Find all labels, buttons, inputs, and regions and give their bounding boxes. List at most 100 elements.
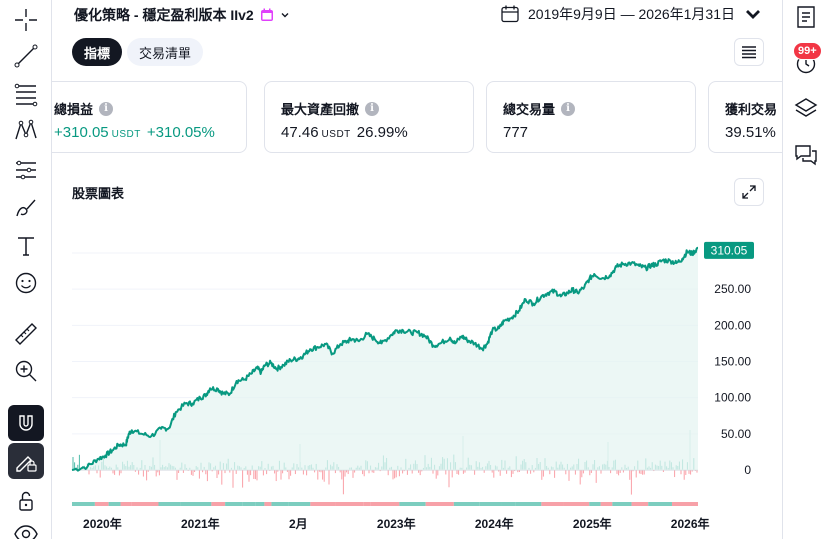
strip-segment-win xyxy=(72,502,95,506)
strip-segment-win xyxy=(242,502,256,506)
x-tick-label: 2021年 xyxy=(181,516,220,531)
strategy-selector[interactable]: 優化策略 - 穩定盈利版本 IIv2 xyxy=(74,5,290,25)
trade-pnl-bars xyxy=(72,430,698,495)
card-total-trades: 總交易量 i 777 xyxy=(486,81,696,153)
y-tick-label: 250.00 xyxy=(714,282,751,296)
list-layout-icon xyxy=(742,46,756,59)
strip-segment-loss xyxy=(541,502,564,506)
date-range-text: 2019年9月9日 — 2026年1月31日 xyxy=(528,6,735,22)
y-tick-label: 300.00 xyxy=(714,246,751,260)
trend-line-tool[interactable] xyxy=(8,38,44,74)
strip-segment-loss xyxy=(335,502,364,506)
card-unit: USDT xyxy=(111,129,141,140)
emoji-icon xyxy=(15,272,37,294)
fib-retracement-tool[interactable] xyxy=(8,76,44,112)
strip-segment-loss xyxy=(631,502,649,506)
magnet-icon xyxy=(19,415,33,431)
watchlist-button[interactable] xyxy=(791,2,821,32)
emoji-tool[interactable] xyxy=(8,265,44,301)
lock-drawing-tool[interactable] xyxy=(8,443,44,479)
eye-icon xyxy=(14,525,38,539)
strip-segment-loss xyxy=(600,502,613,506)
info-icon[interactable]: i xyxy=(365,101,380,116)
card-value: 777 xyxy=(503,124,529,141)
metric-cards: 總損益 i +310.05 USDT +310.05% 最大資產回撤 i 47.46 US… xyxy=(52,78,782,158)
fullscreen-icon xyxy=(742,185,756,199)
tab-metrics[interactable]: 指標 xyxy=(72,38,123,66)
x-tick-label: 2026年 xyxy=(671,516,710,531)
card-percent: 26.99% xyxy=(356,124,408,141)
magnet-tool[interactable] xyxy=(8,405,44,441)
y-axis: 0 50.00 100.00 150.00 200.00 250.00 300.00 xyxy=(714,246,751,477)
strip-segment-win xyxy=(225,502,243,506)
zoom-in-icon xyxy=(15,360,37,382)
date-range-selector[interactable]: 2019年9月9日 — 2026年1月31日 xyxy=(500,4,763,24)
card-value: 47.46 xyxy=(281,124,319,141)
x-tick-label: 2023年 xyxy=(377,516,416,531)
watchlist-icon xyxy=(797,6,815,28)
info-icon[interactable]: i xyxy=(99,101,114,116)
tab-trade-list[interactable]: 交易清單 xyxy=(127,38,204,66)
zoom-in-tool[interactable] xyxy=(8,353,44,389)
chevron-down-icon xyxy=(746,10,760,19)
y-tick-label: 0 xyxy=(744,463,751,477)
strip-segment-win xyxy=(515,502,542,506)
last-value-text: 310.05 xyxy=(711,243,748,257)
strip-segment-loss xyxy=(370,502,400,506)
text-tool[interactable] xyxy=(8,228,44,264)
info-icon[interactable]: i xyxy=(561,101,576,116)
trade-strip xyxy=(72,502,698,506)
text-icon xyxy=(18,237,34,256)
strip-segment-win xyxy=(479,502,502,506)
strip-segment-win xyxy=(108,502,121,506)
card-max-drawdown: 最大資產回撤 i 47.46 USDT 26.99% xyxy=(264,81,474,153)
eye-tool[interactable] xyxy=(8,516,44,539)
crosshair-tool[interactable] xyxy=(8,2,44,38)
card-win-rate: 獲利交易i 39.51% xyxy=(708,81,782,153)
fullscreen-button[interactable] xyxy=(734,178,764,206)
strip-segment-win xyxy=(648,502,672,506)
notification-badge: 99+ xyxy=(793,42,822,60)
pattern-tool[interactable] xyxy=(8,112,44,148)
equity-area-fill xyxy=(72,247,698,471)
brush-icon xyxy=(16,199,36,217)
fib-retracement-icon xyxy=(14,83,38,107)
strip-segment-win xyxy=(255,502,265,506)
lock-drawing-icon xyxy=(16,456,37,472)
calendar-icon xyxy=(501,5,519,23)
y-tick-label: 50.00 xyxy=(721,427,751,441)
strip-segment-win xyxy=(501,502,516,506)
forecast-tool[interactable] xyxy=(8,152,44,188)
ruler-tool[interactable] xyxy=(8,316,44,352)
x-tick-label: 2025年 xyxy=(573,516,612,531)
strip-segment-loss xyxy=(563,502,590,506)
chat-icon xyxy=(795,145,817,166)
card-value: 39.51% xyxy=(725,124,776,141)
layers-icon xyxy=(794,98,818,117)
strip-segment-loss xyxy=(264,502,272,506)
strip-segment-loss xyxy=(310,502,336,506)
layout-toggle-button[interactable] xyxy=(734,38,764,66)
chat-button[interactable] xyxy=(791,140,821,170)
strip-segment-win xyxy=(271,502,289,506)
right-sidebar: 99+ xyxy=(782,0,828,539)
strip-segment-loss xyxy=(425,502,454,506)
strategy-title: 優化策略 - 穩定盈利版本 IIv2 xyxy=(74,7,254,23)
card-label: 最大資產回撤 xyxy=(281,102,360,117)
unlock-tool[interactable] xyxy=(8,483,44,519)
pattern-icon xyxy=(15,119,37,140)
y-tick-label: 150.00 xyxy=(714,355,751,369)
card-label: 獲利交易 xyxy=(725,102,778,117)
card-label: 總交易量 xyxy=(503,102,556,117)
last-value-badge-bg xyxy=(704,241,754,259)
strip-segment-win xyxy=(612,502,632,506)
equity-line xyxy=(71,246,699,472)
strip-segment-loss xyxy=(211,502,226,506)
trend-line-icon xyxy=(14,44,38,68)
layers-button[interactable] xyxy=(791,93,821,123)
strip-segment-loss xyxy=(120,502,132,506)
forecast-icon xyxy=(16,160,36,180)
x-tick-label: 2月 xyxy=(289,517,308,531)
strip-segment-win xyxy=(453,502,480,506)
brush-tool[interactable] xyxy=(8,190,44,226)
